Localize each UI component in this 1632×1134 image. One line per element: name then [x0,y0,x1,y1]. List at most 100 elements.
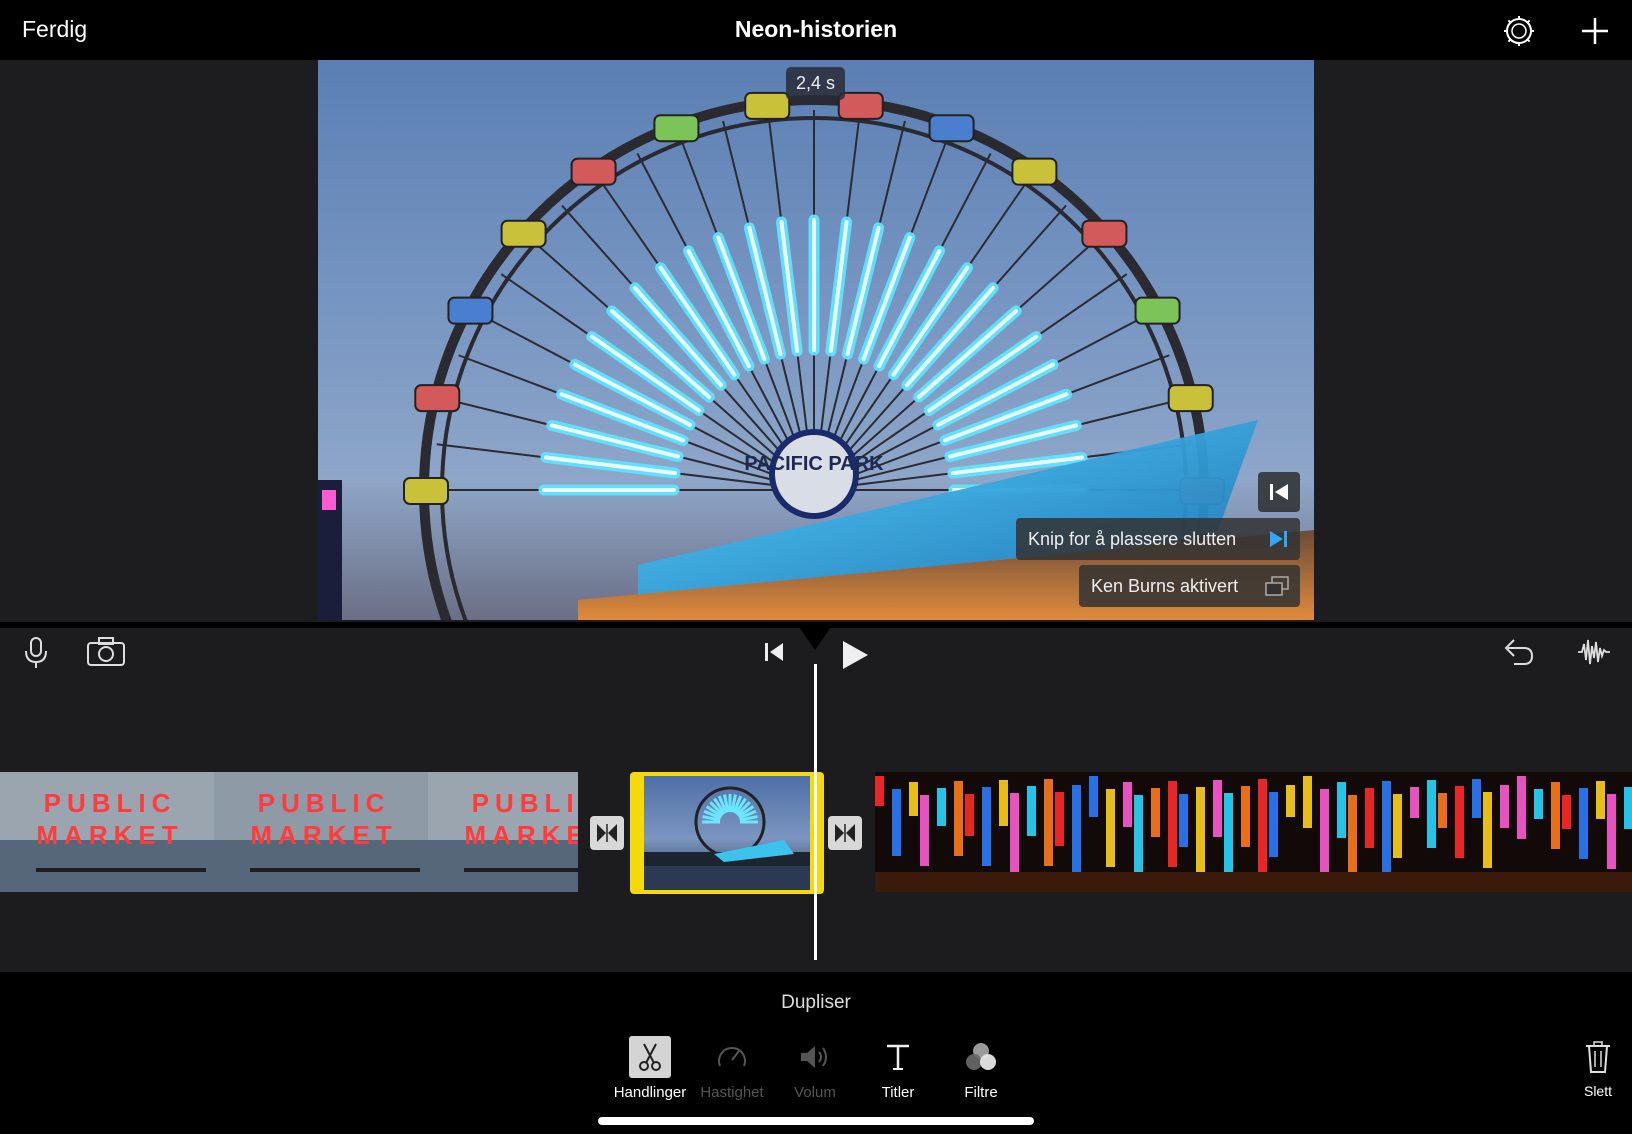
gondola [1167,384,1214,413]
gondola [1011,157,1058,186]
delete-button[interactable]: Slett [1576,1040,1620,1099]
tool-actions-label: Handlinger [613,1084,687,1101]
neon-sign [1596,781,1605,819]
tool-speed[interactable]: Hastighet [690,1036,774,1101]
neon-sign [1438,793,1447,828]
neon-sign [1455,786,1464,858]
ken-burns-label: Ken Burns aktivert [1091,575,1239,596]
camera-icon[interactable] [86,636,126,673]
sign-post [464,868,578,872]
neon-sign [1055,792,1064,846]
neon-sign [1027,786,1036,836]
audio-waveform-icon[interactable] [1576,636,1612,673]
gondola [1081,219,1128,248]
sign-post [250,868,420,872]
playhead-marker [797,624,833,650]
transition-button[interactable] [590,816,624,850]
project-title: Neon-historien [734,16,898,42]
neon-sign [1010,793,1019,876]
skip-to-end-icon [1270,531,1287,547]
playhead-line[interactable] [814,664,817,960]
trim-hint-label: Knip for å plassere slutten [1028,528,1237,549]
street [1089,872,1303,892]
skip-to-start-icon[interactable] [1258,472,1300,512]
clip-ferris-wheel-selected[interactable] [630,772,824,894]
neon-sign [1123,782,1132,827]
scissors-icon [629,1036,671,1078]
market-sign-line-2: MARKET [250,820,397,850]
play-icon[interactable] [840,638,870,677]
gondola [837,91,884,120]
gear-icon[interactable] [1502,14,1536,48]
plus-icon[interactable] [1578,14,1612,48]
filters-icon [939,1036,1023,1078]
neon-sign [1089,776,1098,817]
neon-sign [1517,776,1526,839]
neon-sign [1196,787,1205,877]
neon-sign [1534,789,1543,819]
text-icon [856,1036,940,1078]
tool-filters[interactable]: Filtre [939,1036,1023,1101]
neon-sign [937,788,946,826]
tool-actions[interactable]: Handlinger [608,1036,692,1101]
neon-sign [1410,787,1419,818]
clip-duration-badge: 2,4 s [786,67,846,100]
microphone-icon[interactable] [22,636,50,675]
gondola [403,477,449,505]
transition-icon [597,824,617,842]
clip-tokyo-neon[interactable] [875,772,1632,892]
sign-post [36,868,206,872]
neon-sign [982,787,991,866]
street [875,872,1089,892]
neon-sign [1562,795,1571,829]
duplicate-action[interactable]: Dupliser [0,992,1632,1014]
street [1303,872,1517,892]
neon-sign [1365,788,1374,848]
neon-sign [892,789,901,856]
street [1517,872,1632,892]
neon-sign [1579,788,1588,859]
neon-sign [1044,779,1053,866]
neon-sign [1551,782,1560,849]
market-sign-line-2: MARKET [36,820,183,850]
neon-sign [1286,785,1295,817]
gondola [414,384,461,413]
transition-button[interactable] [828,816,862,850]
neon-sign [1607,794,1616,869]
neon-sign [1624,787,1632,829]
home-indicator [598,1117,1034,1125]
tool-volume[interactable]: Volum [773,1036,857,1101]
delete-label: Slett [1583,1083,1612,1099]
ken-burns-hint[interactable]: Ken Burns aktivert [1079,565,1300,607]
neon-sign [1337,782,1346,838]
neon-sign [1483,792,1492,868]
neon-sign [999,780,1008,826]
trim-hint[interactable]: Knip for å plassere slutten [1016,518,1300,560]
tokyo-neon-thumbnails [875,776,1632,892]
ken-burns-icon [1265,576,1289,596]
neon-sign [1213,780,1222,837]
public-market-thumbnails: PUBLICMARKETPUBLICMARKETPUBLICMARKET [0,772,578,892]
neon-sign [1472,779,1481,818]
ferris-wheel-thumbnail [644,776,810,890]
neon-sign [965,794,974,836]
tool-filters-label: Filtre [964,1084,998,1101]
gondola [653,114,700,143]
clip-public-market[interactable]: PUBLICMARKETPUBLICMARKETPUBLICMARKET [0,772,578,892]
tool-speed-label: Hastighet [700,1084,764,1101]
skip-back-icon[interactable] [762,640,786,669]
gondola [570,157,617,186]
tool-titles[interactable]: Titler [856,1036,940,1101]
neon-sign [1500,785,1509,828]
market-sign-line-1: PUBLIC [44,788,177,818]
market-sign-line-1: PUBLIC [258,788,391,818]
market-sign-line-1: PUBLIC [472,788,578,818]
gondola [500,219,547,248]
neon-sign [1303,776,1312,828]
undo-icon[interactable] [1500,636,1536,673]
market-sign-line-2: MARKET [464,820,578,850]
gondola [928,114,975,143]
transition-icon [835,824,855,842]
neon-sign [909,782,918,816]
neon-sign [954,781,963,856]
